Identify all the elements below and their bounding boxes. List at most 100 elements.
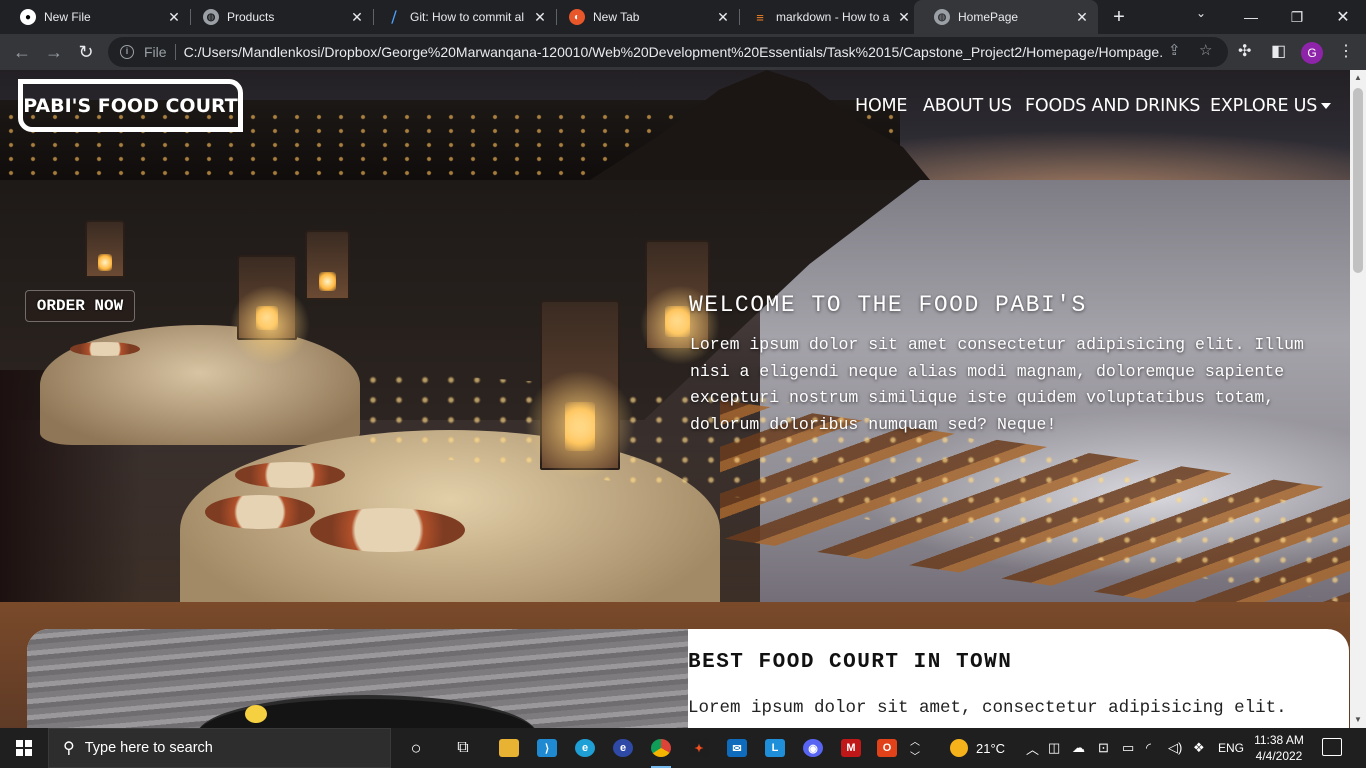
chrome-icon[interactable]: [645, 732, 677, 768]
address-scheme: File: [144, 44, 167, 60]
nav-foods-link[interactable]: FOODS AND DRINKS: [1025, 96, 1200, 116]
minimize-icon[interactable]: —: [1228, 0, 1274, 34]
share-icon[interactable]: ⇪: [1168, 41, 1181, 59]
feature-card: BEST FOOD COURT IN TOWN Lorem ipsum dolo…: [27, 629, 1349, 728]
vscode-icon[interactable]: ⟩: [531, 732, 563, 764]
bookmark-star-icon[interactable]: ☆: [1199, 41, 1212, 59]
order-now-button[interactable]: ORDER NOW: [25, 290, 135, 322]
caret-down-icon: [1321, 103, 1332, 109]
sun-icon: [950, 739, 968, 757]
device-icon[interactable]: ⊡: [1098, 728, 1109, 768]
section-heading: BEST FOOD COURT IN TOWN: [688, 651, 1013, 674]
file-explorer-icon[interactable]: [493, 732, 525, 764]
system-clock[interactable]: 11:38 AM 4/4/2022: [1248, 732, 1310, 764]
volume-icon[interactable]: ◁): [1168, 728, 1182, 768]
tab-homepage[interactable]: ◍ HomePage ✕: [914, 0, 1098, 34]
wifi-icon[interactable]: ◜: [1146, 728, 1151, 768]
close-icon[interactable]: ✕: [896, 9, 912, 26]
food-image: [27, 629, 688, 728]
tab-title: New File: [44, 10, 91, 24]
close-icon[interactable]: ✕: [532, 9, 548, 26]
figma-icon[interactable]: ✦: [683, 732, 715, 764]
stackoverflow-icon: ≡: [756, 9, 764, 25]
notification-center-icon[interactable]: [1322, 738, 1342, 756]
browser-toolbar: ← → ↻ i File C:/Users/Mandlenkosi/Dropbo…: [0, 34, 1366, 70]
address-url[interactable]: C:/Users/Mandlenkosi/Dropbox/George%20Ma…: [184, 44, 1164, 60]
l-app-icon[interactable]: L: [759, 732, 791, 764]
page-viewport: PABI'S FOOD COURT HOME ABOUT US FOODS AN…: [0, 70, 1350, 728]
site-info-icon[interactable]: i: [120, 45, 134, 59]
windows-logo-icon: [16, 740, 32, 756]
new-tab-plus-icon[interactable]: +: [1108, 6, 1130, 28]
close-icon[interactable]: ✕: [1074, 9, 1090, 26]
nav-explore-dropdown[interactable]: EXPLORE US: [1210, 96, 1332, 116]
dropbox-icon[interactable]: ❖: [1193, 728, 1205, 768]
tab-title: Git: How to commit al: [410, 10, 525, 24]
windows-taskbar: ⚲ Type here to search ○ ⧉ ⟩ e e ✦ ✉ L ◉ …: [0, 728, 1366, 768]
scroll-down-arrow-icon[interactable]: ▼: [1350, 712, 1366, 728]
side-panel-icon[interactable]: ◧: [1271, 41, 1286, 61]
mail-icon[interactable]: ✉: [721, 732, 753, 764]
show-hidden-icons[interactable]: ︿: [1026, 728, 1039, 768]
edge-dev-icon[interactable]: e: [607, 732, 639, 764]
cortana-icon[interactable]: ○: [400, 732, 432, 764]
weather-widget[interactable]: 21°C: [950, 728, 1005, 768]
tab-search-chevron-icon[interactable]: ⌄: [1196, 6, 1206, 20]
globe-icon: ◍: [934, 9, 950, 25]
tab-title: New Tab: [593, 10, 640, 24]
close-icon[interactable]: ✕: [349, 9, 365, 26]
tab-git-commit[interactable]: ⧸ Git: How to commit al ✕: [366, 0, 556, 34]
clock-time: 11:38 AM: [1254, 733, 1304, 747]
profile-avatar[interactable]: G: [1301, 42, 1323, 64]
tab-new-file[interactable]: ● New File ✕: [0, 0, 190, 34]
tab-new-tab[interactable]: ◐ New Tab ✕: [549, 0, 739, 34]
weather-temp: 21°C: [976, 740, 1006, 756]
language-indicator[interactable]: ENG: [1218, 728, 1244, 768]
mcafee-icon[interactable]: M: [835, 732, 867, 764]
plate: [235, 462, 345, 488]
plate: [70, 342, 140, 356]
battery-icon[interactable]: ▭: [1122, 728, 1134, 768]
clock-date: 4/4/2022: [1255, 749, 1303, 763]
brand-logo[interactable]: PABI'S FOOD COURT: [18, 79, 243, 132]
candle-glow: [525, 370, 635, 480]
forward-icon[interactable]: →: [42, 40, 66, 64]
edge-icon[interactable]: e: [569, 732, 601, 764]
page-scrollbar[interactable]: ▲ ▼: [1350, 70, 1366, 728]
back-icon[interactable]: ←: [10, 40, 34, 64]
plate: [310, 508, 465, 552]
browser-tab-strip: ● New File ✕ ◍ Products ✕ ⧸ Git: How to …: [0, 0, 1366, 34]
close-icon[interactable]: ✕: [715, 9, 731, 26]
tab-products[interactable]: ◍ Products ✕: [183, 0, 373, 34]
nav-home-link[interactable]: HOME: [855, 96, 907, 116]
tab-title: markdown - How to a: [776, 10, 890, 24]
nav-explore-label: EXPLORE US: [1210, 96, 1318, 116]
office-icon[interactable]: O: [871, 732, 903, 764]
close-icon[interactable]: ✕: [166, 9, 182, 26]
lantern: [85, 220, 125, 278]
window-close-icon[interactable]: ✕: [1320, 0, 1366, 34]
discord-icon[interactable]: ◉: [797, 732, 829, 764]
start-button[interactable]: [0, 728, 48, 768]
taskbar-search[interactable]: ⚲ Type here to search: [48, 728, 391, 768]
onedrive-cloud-icon[interactable]: ☁: [1072, 728, 1085, 768]
menu-kebab-icon[interactable]: ⋮: [1338, 41, 1354, 61]
section-paragraph: Lorem ipsum dolor sit amet, consectetur …: [688, 698, 1287, 718]
task-view-icon[interactable]: ⧉: [447, 732, 479, 764]
tab-title: HomePage: [958, 10, 1019, 24]
taskbar-scroll-icon[interactable]: ︿ ﹀: [906, 732, 924, 764]
plate: [205, 495, 315, 529]
restore-icon[interactable]: ❐: [1274, 0, 1320, 34]
extensions-icon[interactable]: ✣: [1238, 41, 1251, 61]
candle-glow: [230, 285, 310, 365]
address-bar[interactable]: i File C:/Users/Mandlenkosi/Dropbox/Geor…: [108, 37, 1228, 67]
search-placeholder: Type here to search: [84, 740, 213, 756]
lemon: [245, 705, 267, 723]
tab-markdown[interactable]: ≡ markdown - How to a ✕: [732, 0, 920, 34]
welcome-paragraph: Lorem ipsum dolor sit amet consectetur a…: [690, 335, 1304, 434]
reload-icon[interactable]: ↻: [74, 40, 98, 64]
meet-now-icon[interactable]: ◫: [1048, 728, 1060, 768]
nav-about-link[interactable]: ABOUT US: [923, 96, 1012, 116]
scroll-thumb[interactable]: [1353, 88, 1363, 273]
scroll-up-arrow-icon[interactable]: ▲: [1350, 70, 1366, 86]
